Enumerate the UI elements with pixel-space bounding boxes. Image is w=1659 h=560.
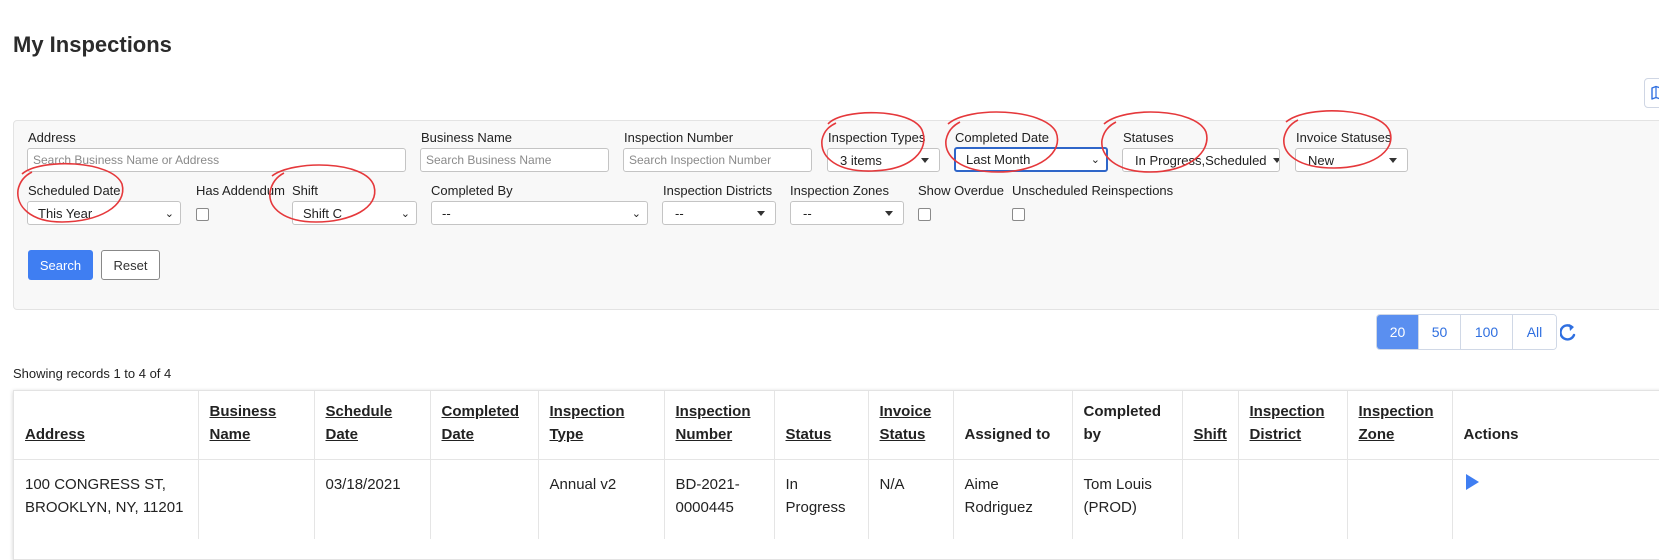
- business-name-input[interactable]: [420, 148, 609, 172]
- has-addendum-label: Has Addendum: [196, 183, 285, 198]
- cell-address: 100 CONGRESS ST, BROOKLYN, NY, 11201: [14, 458, 198, 539]
- page-size-all-button[interactable]: All: [1512, 315, 1556, 349]
- chevron-down-icon: ⌄: [400, 207, 410, 220]
- cell-status: In Progress: [773, 458, 868, 539]
- column-header-inspection-type[interactable]: Inspection Type: [537, 391, 664, 459]
- inspection-number-input[interactable]: [623, 148, 812, 172]
- inspection-districts-value: --: [675, 205, 684, 221]
- completed-by-label: Completed By: [431, 183, 513, 198]
- completed-date-label: Completed Date: [955, 130, 1049, 145]
- chevron-down-icon: ⌄: [164, 207, 174, 220]
- inspection-zones-value: --: [803, 205, 812, 221]
- cell-invoice-status: N/A: [867, 458, 953, 539]
- chevron-down-icon: ⌄: [631, 207, 641, 220]
- search-button[interactable]: Search: [28, 250, 93, 280]
- column-header-business-name[interactable]: Business Name: [197, 391, 314, 459]
- invoice-statuses-label: Invoice Statuses: [1296, 130, 1392, 145]
- cell-completed-by: Tom Louis (PROD): [1071, 458, 1182, 539]
- page-size-50-button[interactable]: 50: [1418, 315, 1460, 349]
- page-title: My Inspections: [13, 32, 172, 57]
- caret-down-icon: [885, 210, 893, 216]
- column-header-inspection-district[interactable]: Inspection District: [1237, 391, 1347, 459]
- column-header-invoice-status[interactable]: Invoice Status: [867, 391, 953, 459]
- address-label: Address: [28, 130, 76, 145]
- scheduled-date-select[interactable]: This Year ⌄: [27, 201, 181, 225]
- inspection-districts-dropdown[interactable]: --: [662, 201, 776, 225]
- column-header-assigned-to: Assigned to: [952, 391, 1072, 459]
- table-row: 100 CONGRESS ST, BROOKLYN, NY, 11201 03/…: [14, 458, 1659, 539]
- column-header-shift[interactable]: Shift: [1181, 391, 1238, 459]
- inspection-zones-dropdown[interactable]: --: [790, 201, 904, 225]
- page-size-20-button[interactable]: 20: [1377, 315, 1418, 349]
- column-header-completed-by: Completed by: [1071, 391, 1182, 459]
- caret-down-icon: [757, 210, 765, 216]
- column-header-inspection-number[interactable]: Inspection Number: [663, 391, 774, 459]
- unscheduled-reinspections-label: Unscheduled Reinspections: [1012, 183, 1174, 198]
- statuses-value: In Progress,Scheduled: [1135, 152, 1267, 168]
- cell-inspection-number: BD-2021-0000445: [663, 458, 774, 539]
- completed-date-value: Last Month: [966, 152, 1031, 167]
- column-header-completed-date[interactable]: Completed Date: [429, 391, 538, 459]
- chevron-down-icon: ⌄: [1090, 154, 1100, 166]
- column-header-inspection-zone[interactable]: Inspection Zone: [1346, 391, 1452, 459]
- inspection-types-label: Inspection Types: [828, 130, 926, 145]
- column-header-status[interactable]: Status: [773, 391, 868, 459]
- cell-inspection-zone: [1346, 458, 1452, 539]
- inspection-number-label: Inspection Number: [624, 130, 734, 145]
- inspection-types-dropdown[interactable]: 3 items: [827, 148, 940, 172]
- page-size-100-button[interactable]: 100: [1460, 315, 1512, 349]
- refresh-icon[interactable]: [1560, 322, 1576, 342]
- reset-button[interactable]: Reset: [101, 250, 160, 280]
- caret-down-icon: [1272, 157, 1279, 163]
- statuses-dropdown[interactable]: In Progress,Scheduled: [1122, 148, 1280, 172]
- statuses-label: Statuses: [1123, 130, 1174, 145]
- show-overdue-checkbox[interactable]: [918, 208, 931, 221]
- map-view-button[interactable]: [1644, 78, 1659, 108]
- cell-inspection-district: [1237, 458, 1347, 539]
- column-header-schedule-date[interactable]: Schedule Date: [313, 391, 430, 459]
- table-header-row: Address Business Name Schedule Date Comp…: [14, 391, 1659, 459]
- caret-down-icon: [1389, 157, 1397, 163]
- has-addendum-checkbox[interactable]: [196, 208, 209, 221]
- records-count: Showing records 1 to 4 of 4: [13, 366, 172, 381]
- inspection-districts-label: Inspection Districts: [663, 183, 773, 198]
- completed-by-value: --: [442, 205, 451, 221]
- cell-inspection-type: Annual v2: [537, 458, 664, 539]
- cell-shift: [1181, 458, 1238, 539]
- map-icon: [1651, 85, 1659, 100]
- shift-value: Shift C: [303, 205, 343, 221]
- unscheduled-reinspections-checkbox[interactable]: [1012, 208, 1025, 221]
- completed-date-select[interactable]: Last Month ⌄: [954, 147, 1108, 172]
- business-name-label: Business Name: [421, 130, 513, 145]
- completed-by-select[interactable]: -- ⌄: [431, 201, 648, 225]
- inspection-zones-label: Inspection Zones: [790, 183, 890, 198]
- cell-business-name: [197, 458, 314, 539]
- invoice-statuses-value: New: [1308, 152, 1335, 168]
- invoice-statuses-dropdown[interactable]: New: [1295, 148, 1408, 172]
- play-icon[interactable]: [1464, 473, 1480, 491]
- cell-assigned-to: Aime Rodriguez: [952, 458, 1072, 539]
- shift-select[interactable]: Shift C ⌄: [292, 201, 417, 225]
- shift-label: Shift: [292, 183, 319, 198]
- scheduled-date-label: Scheduled Date: [28, 183, 121, 198]
- scheduled-date-value: This Year: [38, 205, 93, 221]
- show-overdue-label: Show Overdue: [918, 183, 1004, 198]
- inspections-table: Address Business Name Schedule Date Comp…: [13, 390, 1659, 560]
- address-search-input[interactable]: [27, 148, 406, 172]
- page-size-selector: 20 50 100 All: [1376, 314, 1557, 350]
- caret-down-icon: [921, 157, 929, 163]
- cell-completed-date: [429, 458, 538, 539]
- column-header-actions: Actions: [1451, 391, 1659, 459]
- inspection-types-value: 3 items: [840, 152, 882, 168]
- column-header-address[interactable]: Address: [14, 391, 198, 459]
- cell-actions: [1451, 458, 1659, 539]
- cell-schedule-date: 03/18/2021: [313, 458, 430, 539]
